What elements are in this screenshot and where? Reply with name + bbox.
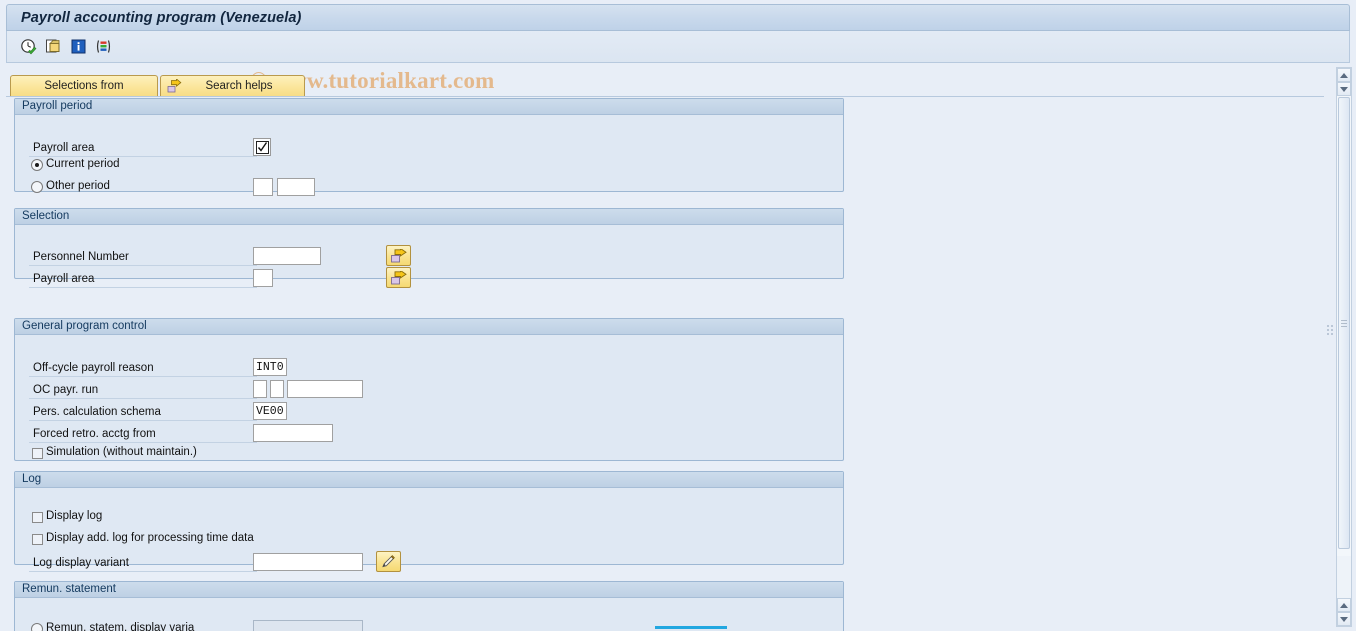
payroll-area-label: Payroll area xyxy=(29,140,257,157)
group-general-program-control-title: General program control xyxy=(15,319,843,335)
oc-payr-run-input-3[interactable] xyxy=(287,380,363,398)
selection-screen-content: Payroll period Payroll area Current peri… xyxy=(6,97,1324,631)
group-payroll-period: Payroll period Payroll area Current peri… xyxy=(14,98,844,196)
oc-payr-run-input-1[interactable] xyxy=(253,380,267,398)
personnel-number-label: Personnel Number xyxy=(29,249,257,266)
radio-current-period[interactable] xyxy=(31,159,43,171)
log-display-variant-pencil-edit-button[interactable] xyxy=(376,551,401,572)
tab-search-helps-label: Search helps xyxy=(205,80,273,92)
remun-statement-display-variant-label: Remun. statem. display varia xyxy=(46,622,195,631)
display-log-label: Display log xyxy=(46,510,103,522)
application-toolbar: © www.tutorialkart.com xyxy=(6,31,1350,93)
oc-payr-run-label: OC payr. run xyxy=(29,382,257,399)
bottom-progress-marker xyxy=(655,626,727,629)
group-payroll-period-title: Payroll period xyxy=(15,99,843,115)
log-display-variant-input[interactable] xyxy=(253,553,363,571)
simulation-label: Simulation (without maintain.) xyxy=(46,446,197,458)
pers-calculation-schema-label: Pers. calculation schema xyxy=(29,404,257,421)
resize-grip-icon[interactable] xyxy=(1327,322,1334,335)
sap-application-window: Payroll accounting program (Venezuela) ©… xyxy=(0,0,1356,631)
tab-search-helps[interactable]: Search helps xyxy=(160,75,305,96)
group-remun-statement-title: Remun. statement xyxy=(15,582,843,598)
group-log-title: Log xyxy=(15,472,843,488)
window-title-bar: Payroll accounting program (Venezuela) xyxy=(6,4,1350,31)
vertical-scrollbar[interactable] xyxy=(1336,67,1352,627)
information-icon[interactable] xyxy=(69,38,87,56)
pers-calculation-schema-input[interactable] xyxy=(253,402,287,420)
other-period-input-1[interactable] xyxy=(253,178,273,196)
radio-remun-statement-display-variant[interactable] xyxy=(31,623,43,631)
radio-other-period[interactable] xyxy=(31,181,43,193)
personnel-number-input[interactable] xyxy=(253,247,321,265)
scrollbar-down-arrow-bottom-icon[interactable] xyxy=(1337,612,1351,626)
arrow-right-icon xyxy=(167,78,182,94)
forced-retro-accounting-label: Forced retro. acctg from xyxy=(29,426,257,443)
remun-statement-display-variant-input[interactable] xyxy=(253,620,363,631)
checkbox-simulation[interactable] xyxy=(32,448,43,459)
group-general-program-control: General program control Off-cycle payrol… xyxy=(14,318,844,461)
personnel-number-multiple-selection-button[interactable] xyxy=(386,245,411,266)
group-log: Log Display log Display add. log for pro… xyxy=(14,471,844,572)
checkbox-display-log[interactable] xyxy=(32,512,43,523)
scrollbar-thumb[interactable] xyxy=(1338,97,1350,549)
forced-retro-accounting-input[interactable] xyxy=(253,424,333,442)
other-period-label: Other period xyxy=(46,180,110,192)
selection-payroll-area-label: Payroll area xyxy=(29,271,257,288)
off-cycle-payroll-reason-label: Off-cycle payroll reason xyxy=(29,360,257,377)
tab-strip: Selections from Search helps xyxy=(6,75,1324,97)
group-selection: Selection Personnel Number Payroll area xyxy=(14,208,844,288)
scrollbar-grip-icon xyxy=(1341,319,1347,327)
scrollbar-down-arrow-top-icon[interactable] xyxy=(1337,82,1351,96)
page-title: Payroll accounting program (Venezuela) xyxy=(21,9,302,26)
payroll-area-checked-box-icon[interactable] xyxy=(253,138,271,156)
current-period-label: Current period xyxy=(46,158,120,170)
other-period-input-2[interactable] xyxy=(277,178,315,196)
group-selection-title: Selection xyxy=(15,209,843,225)
checkbox-display-additional-log[interactable] xyxy=(32,534,43,545)
payroll-area-multiple-selection-button[interactable] xyxy=(386,267,411,288)
display-additional-log-label: Display add. log for processing time dat… xyxy=(46,532,254,544)
tab-selections-from[interactable]: Selections from xyxy=(10,75,158,96)
layout-columns-icon[interactable] xyxy=(94,38,112,56)
tab-selections-from-label: Selections from xyxy=(44,80,124,92)
log-display-variant-label: Log display variant xyxy=(29,555,257,572)
scrollbar-up-arrow-bottom-icon[interactable] xyxy=(1337,598,1351,612)
group-remun-statement: Remun. statement Remun. statem. display … xyxy=(14,581,844,631)
oc-payr-run-input-2[interactable] xyxy=(270,380,284,398)
execute-clock-icon[interactable] xyxy=(19,38,37,56)
copy-icon[interactable] xyxy=(44,38,62,56)
scrollbar-up-arrow-top-icon[interactable] xyxy=(1337,68,1351,82)
selection-payroll-area-input[interactable] xyxy=(253,269,273,287)
off-cycle-payroll-reason-input[interactable] xyxy=(253,358,287,376)
